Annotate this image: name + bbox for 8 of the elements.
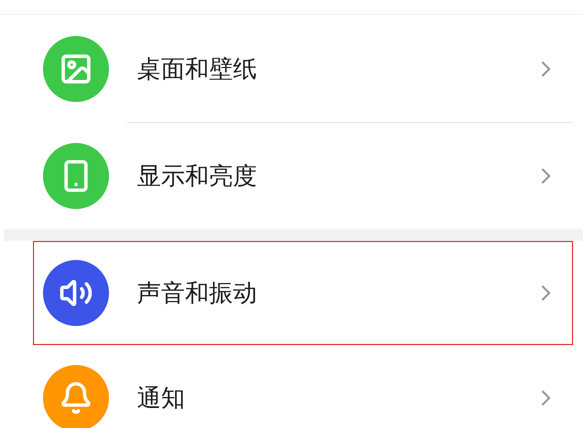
settings-label: 桌面和壁纸 xyxy=(137,54,258,85)
settings-row[interactable]: 桌面和壁纸 xyxy=(33,15,573,123)
settings-label: 通知 xyxy=(137,383,186,414)
settings-label: 显示和亮度 xyxy=(137,161,258,192)
settings-row[interactable]: 显示和亮度 xyxy=(33,123,573,229)
settings-label: 声音和振动 xyxy=(137,278,258,309)
settings-row[interactable]: 通知 xyxy=(33,345,573,428)
settings-row[interactable]: 声音和振动 xyxy=(33,241,573,345)
